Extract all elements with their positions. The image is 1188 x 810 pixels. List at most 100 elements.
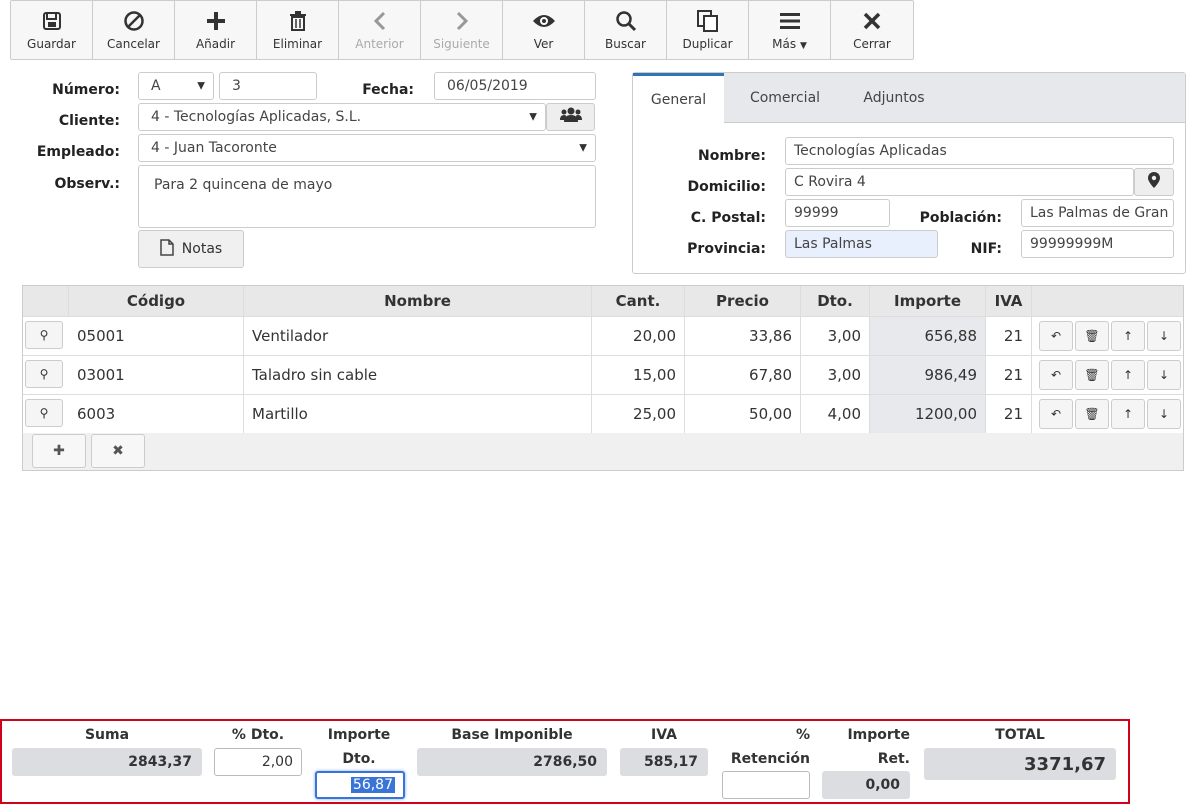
- cancel-button[interactable]: Cancelar: [93, 1, 175, 59]
- trash-icon: [289, 9, 307, 33]
- more-button[interactable]: Más ▼: [749, 1, 831, 59]
- clients-button[interactable]: [546, 103, 595, 131]
- provincia-label: Provincia:: [687, 241, 766, 257]
- search-button[interactable]: Buscar: [585, 1, 667, 59]
- poblacion-label: Población:: [919, 210, 1002, 226]
- serie-select[interactable]: A ▼: [138, 72, 214, 100]
- cell-cant[interactable]: 20,00: [592, 317, 685, 355]
- duplicate-button[interactable]: Duplicar: [667, 1, 749, 59]
- move-down-button[interactable]: ↓: [1147, 321, 1181, 351]
- importe-dto-input[interactable]: 56,87: [315, 771, 405, 799]
- next-button[interactable]: Siguiente: [421, 1, 503, 59]
- delete-row-button[interactable]: 🗑: [1075, 321, 1109, 351]
- move-down-button[interactable]: ↓: [1147, 360, 1181, 390]
- move-up-button[interactable]: ↑: [1111, 360, 1145, 390]
- cell-codigo[interactable]: 6003: [69, 395, 244, 433]
- move-up-button[interactable]: ↑: [1111, 321, 1145, 351]
- table-header-precio[interactable]: Precio: [685, 286, 801, 316]
- empleado-label: Empleado:: [36, 144, 120, 160]
- lookup-button[interactable]: ⚲: [25, 399, 63, 427]
- cell-nombre[interactable]: Taladro sin cable: [244, 356, 592, 394]
- pdto-input[interactable]: 2,00: [214, 748, 302, 776]
- delete-button[interactable]: Eliminar: [257, 1, 339, 59]
- undo-button[interactable]: ↶: [1039, 321, 1073, 351]
- provincia-input[interactable]: Las Palmas: [785, 230, 938, 258]
- undo-button[interactable]: ↶: [1039, 399, 1073, 429]
- table-row[interactable]: ⚲ 6003 Martillo 25,00 50,00 4,00 1200,00…: [23, 394, 1183, 433]
- domicilio-input[interactable]: C Rovira 4: [785, 168, 1134, 196]
- undo-button[interactable]: ↶: [1039, 360, 1073, 390]
- empleado-select[interactable]: 4 - Juan Tacoronte ▼: [138, 134, 596, 162]
- cell-precio[interactable]: 50,00: [685, 395, 801, 433]
- tab-adjuntos[interactable]: Adjuntos: [846, 73, 942, 123]
- search-icon: ⚲: [39, 406, 49, 420]
- cell-precio[interactable]: 67,80: [685, 356, 801, 394]
- table-row[interactable]: ⚲ 05001 Ventilador 20,00 33,86 3,00 656,…: [23, 316, 1183, 355]
- move-down-button[interactable]: ↓: [1147, 399, 1181, 429]
- close-button[interactable]: Cerrar: [831, 1, 913, 59]
- lookup-button[interactable]: ⚲: [25, 321, 63, 349]
- tab-general[interactable]: General: [633, 73, 724, 124]
- toolbar: Guardar Cancelar Añadir Eliminar Anterio…: [10, 0, 914, 60]
- nif-input[interactable]: 99999999M: [1021, 230, 1174, 258]
- nombre-input[interactable]: Tecnologías Aplicadas: [785, 137, 1174, 165]
- cell-dto[interactable]: 3,00: [801, 356, 870, 394]
- table-header-blank: [23, 286, 69, 316]
- importe-ret-label-2: Ret.: [877, 751, 910, 767]
- cliente-select[interactable]: 4 - Tecnologías Aplicadas, S.L. ▼: [138, 103, 546, 131]
- cell-dto[interactable]: 3,00: [801, 317, 870, 355]
- cpostal-input[interactable]: 99999: [785, 199, 890, 227]
- totals-section: Suma 2843,37 % Dto. 2,00 Importe Dto. 56…: [0, 719, 1130, 804]
- table-header-nombre[interactable]: Nombre: [244, 286, 592, 316]
- remove-line-button[interactable]: ✖: [91, 434, 145, 468]
- table-header-iva[interactable]: IVA: [986, 286, 1032, 316]
- suma-value: 2843,37: [12, 748, 202, 776]
- add-button[interactable]: Añadir: [175, 1, 257, 59]
- tab-comercial[interactable]: Comercial: [733, 73, 837, 123]
- base-label: Base Imponible: [451, 727, 573, 743]
- cell-precio[interactable]: 33,86: [685, 317, 801, 355]
- numero-input[interactable]: 3: [219, 72, 317, 100]
- close-icon: ✖: [112, 443, 124, 459]
- observ-textarea[interactable]: Para 2 quincena de mayo: [138, 165, 596, 228]
- notes-button[interactable]: Notas: [138, 230, 244, 268]
- lookup-button[interactable]: ⚲: [25, 360, 63, 388]
- cell-iva[interactable]: 21: [986, 317, 1032, 355]
- table-row[interactable]: ⚲ 03001 Taladro sin cable 15,00 67,80 3,…: [23, 355, 1183, 394]
- plus-icon: [206, 9, 226, 33]
- cell-iva[interactable]: 21: [986, 356, 1032, 394]
- table-header-codigo[interactable]: Código: [69, 286, 244, 316]
- table-header-dto[interactable]: Dto.: [801, 286, 870, 316]
- fecha-label: Fecha:: [362, 82, 414, 98]
- previous-button[interactable]: Anterior: [339, 1, 421, 59]
- cell-nombre[interactable]: Ventilador: [244, 317, 592, 355]
- search-icon: [615, 9, 637, 33]
- delete-row-button[interactable]: 🗑: [1075, 360, 1109, 390]
- users-icon: [559, 107, 582, 127]
- view-button[interactable]: Ver: [503, 1, 585, 59]
- fecha-input[interactable]: 06/05/2019: [434, 72, 596, 100]
- cell-cant[interactable]: 25,00: [592, 395, 685, 433]
- table-header-cant[interactable]: Cant.: [592, 286, 685, 316]
- delete-row-button[interactable]: 🗑: [1075, 399, 1109, 429]
- cell-iva[interactable]: 21: [986, 395, 1032, 433]
- add-line-button[interactable]: ✚: [32, 434, 86, 468]
- cell-cant[interactable]: 15,00: [592, 356, 685, 394]
- cell-nombre[interactable]: Martillo: [244, 395, 592, 433]
- move-up-button[interactable]: ↑: [1111, 399, 1145, 429]
- cliente-label: Cliente:: [58, 113, 120, 129]
- cell-dto[interactable]: 4,00: [801, 395, 870, 433]
- map-button[interactable]: [1134, 168, 1174, 196]
- numero-label: Número:: [52, 82, 120, 98]
- table-header-actions: [1032, 286, 1183, 316]
- chevron-down-icon: ▼: [529, 111, 537, 123]
- map-marker-icon: [1148, 172, 1160, 192]
- poblacion-input[interactable]: Las Palmas de Gran: [1021, 199, 1174, 227]
- pret-input[interactable]: [722, 771, 810, 799]
- cell-codigo[interactable]: 05001: [69, 317, 244, 355]
- table-header-importe[interactable]: Importe: [870, 286, 986, 316]
- save-button[interactable]: Guardar: [11, 1, 93, 59]
- caret-down-icon: ▼: [799, 41, 807, 51]
- cell-codigo[interactable]: 03001: [69, 356, 244, 394]
- chevron-right-icon: [454, 9, 470, 33]
